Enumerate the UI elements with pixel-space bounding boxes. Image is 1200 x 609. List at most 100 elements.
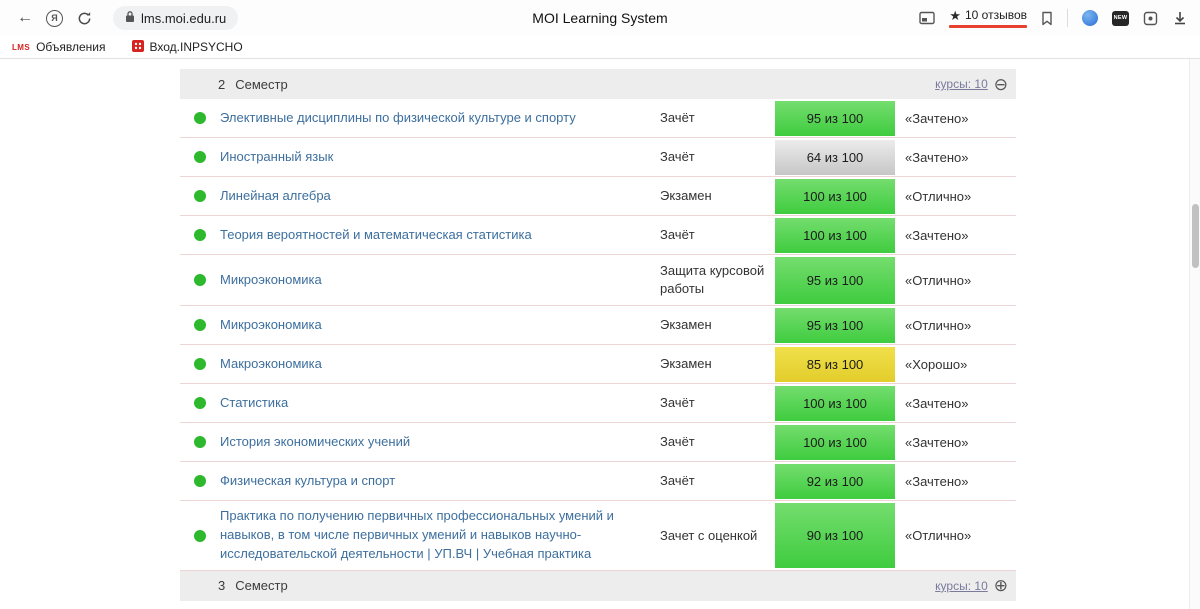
grade-text: «Зачтено» <box>895 150 1016 165</box>
collapse-icon[interactable]: ⊖ <box>994 76 1008 93</box>
content-area: 2 Семестр курсы: 10 ⊖ Элективные дисципл… <box>0 59 1200 609</box>
page-scrollbar[interactable] <box>1189 59 1200 609</box>
exam-type: Зачёт <box>660 465 775 497</box>
course-link[interactable]: Линейная алгебра <box>220 181 660 212</box>
refresh-icon[interactable] <box>71 5 97 31</box>
course-row: Теория вероятностей и математическая ста… <box>180 216 1016 255</box>
grade-text: «Хорошо» <box>895 357 1016 372</box>
status-cell <box>180 319 220 331</box>
lms-logo-icon: LMS <box>12 43 30 52</box>
course-link[interactable]: Иностранный язык <box>220 142 660 173</box>
exam-type: Экзамен <box>660 180 775 212</box>
courses-count-link[interactable]: курсы: 10 <box>935 579 988 593</box>
reviews-label: 10 отзывов <box>965 8 1027 22</box>
course-link[interactable]: Практика по получению первичных професси… <box>220 501 660 570</box>
course-row: Иностранный язык Зачёт 64 из 100 «Зачтен… <box>180 138 1016 177</box>
yandex-logo-icon[interactable]: Я <box>46 10 63 27</box>
expand-icon[interactable]: ⊕ <box>994 577 1008 594</box>
new-badge-icon[interactable]: NEW <box>1112 11 1129 26</box>
grade-text: «Зачтено» <box>895 396 1016 411</box>
sidebar-panel-icon[interactable] <box>919 11 935 25</box>
bookmarks-bar: LMS Объявления Вход.INPSYCHO <box>0 36 1200 59</box>
status-cell <box>180 358 220 370</box>
lock-icon <box>125 10 135 26</box>
status-cell <box>180 151 220 163</box>
score-badge: 64 из 100 <box>775 140 895 175</box>
status-dot-green <box>194 475 206 487</box>
course-link[interactable]: Элективные дисциплины по физической куль… <box>220 103 660 134</box>
site-reviews-widget[interactable]: ★ 10 отзывов <box>949 8 1027 28</box>
courses-count-link[interactable]: курсы: 10 <box>935 77 988 91</box>
status-cell <box>180 229 220 241</box>
grade-text: «Зачтено» <box>895 474 1016 489</box>
exam-type: Зачёт <box>660 219 775 251</box>
status-cell <box>180 436 220 448</box>
status-cell <box>180 530 220 542</box>
bookmark-flag-icon[interactable] <box>1041 11 1053 26</box>
back-icon[interactable]: ← <box>12 5 38 31</box>
bookmark-label: Вход.INPSYCHO <box>150 40 243 54</box>
status-dot-green <box>194 319 206 331</box>
score-badge: 100 из 100 <box>775 386 895 421</box>
grade-text: «Зачтено» <box>895 228 1016 243</box>
grade-text: «Отлично» <box>895 318 1016 333</box>
exam-type: Зачёт <box>660 387 775 419</box>
url-text: lms.moi.edu.ru <box>141 11 226 26</box>
section-number: 3 <box>218 578 225 593</box>
downloads-icon[interactable] <box>1172 10 1188 26</box>
course-row: Статистика Зачёт 100 из 100 «Зачтено» <box>180 384 1016 423</box>
toolbar-divider <box>1067 9 1068 27</box>
exam-type: Экзамен <box>660 309 775 341</box>
reviews-line: ★ 10 отзывов <box>949 8 1027 22</box>
status-dot-green <box>194 229 206 241</box>
course-link[interactable]: Статистика <box>220 388 660 419</box>
status-cell <box>180 274 220 286</box>
scrollbar-thumb[interactable] <box>1192 204 1199 268</box>
extensions-icon[interactable] <box>1143 11 1158 26</box>
browser-toolbar: ← Я lms.moi.edu.ru MOI Learning System ★… <box>0 0 1200 36</box>
section-title: Семестр <box>235 578 287 593</box>
score-badge: 100 из 100 <box>775 218 895 253</box>
course-link[interactable]: История экономических учений <box>220 427 660 458</box>
star-icon: ★ <box>949 9 961 22</box>
exam-type: Зачёт <box>660 426 775 458</box>
exam-type: Зачёт <box>660 102 775 134</box>
status-cell <box>180 112 220 124</box>
grade-text: «Отлично» <box>895 273 1016 288</box>
exam-type: Зачёт <box>660 141 775 173</box>
grade-text: «Отлично» <box>895 189 1016 204</box>
course-link[interactable]: Микроэкономика <box>220 310 660 341</box>
bookmark-announcements[interactable]: LMS Объявления <box>12 40 106 54</box>
section-number: 2 <box>218 77 225 92</box>
course-row: Физическая культура и спорт Зачёт 92 из … <box>180 462 1016 501</box>
new-badge-label: NEW <box>1112 11 1129 26</box>
address-bar[interactable]: lms.moi.edu.ru <box>113 6 238 30</box>
status-dot-green <box>194 436 206 448</box>
page-title[interactable]: MOI Learning System <box>532 10 667 26</box>
exam-type: Зачет с оценкой <box>660 520 775 552</box>
exam-type: Экзамен <box>660 348 775 380</box>
course-link[interactable]: Микроэкономика <box>220 265 660 296</box>
score-badge: 85 из 100 <box>775 347 895 382</box>
yandex-logo-letter: Я <box>46 10 63 27</box>
status-dot-green <box>194 190 206 202</box>
section-title: Семестр <box>235 77 287 92</box>
grades-table: 2 Семестр курсы: 10 ⊖ Элективные дисципл… <box>180 69 1016 601</box>
score-badge: 95 из 100 <box>775 101 895 136</box>
reviews-underline <box>949 25 1027 28</box>
course-row: Микроэкономика Защита курсовой работы 95… <box>180 255 1016 306</box>
grade-text: «Отлично» <box>895 528 1016 543</box>
course-link[interactable]: Теория вероятностей и математическая ста… <box>220 220 660 251</box>
course-row: История экономических учений Зачёт 100 и… <box>180 423 1016 462</box>
extension-blue-icon[interactable] <box>1082 10 1098 26</box>
score-badge: 95 из 100 <box>775 308 895 343</box>
status-dot-green <box>194 397 206 409</box>
course-rows: Элективные дисциплины по физической куль… <box>180 99 1016 571</box>
course-link[interactable]: Макроэкономика <box>220 349 660 380</box>
bookmark-inpsycho[interactable]: Вход.INPSYCHO <box>132 40 243 55</box>
course-link[interactable]: Физическая культура и спорт <box>220 466 660 497</box>
bookmark-label: Объявления <box>36 40 105 54</box>
grade-text: «Зачтено» <box>895 111 1016 126</box>
score-badge: 100 из 100 <box>775 179 895 214</box>
status-dot-green <box>194 530 206 542</box>
